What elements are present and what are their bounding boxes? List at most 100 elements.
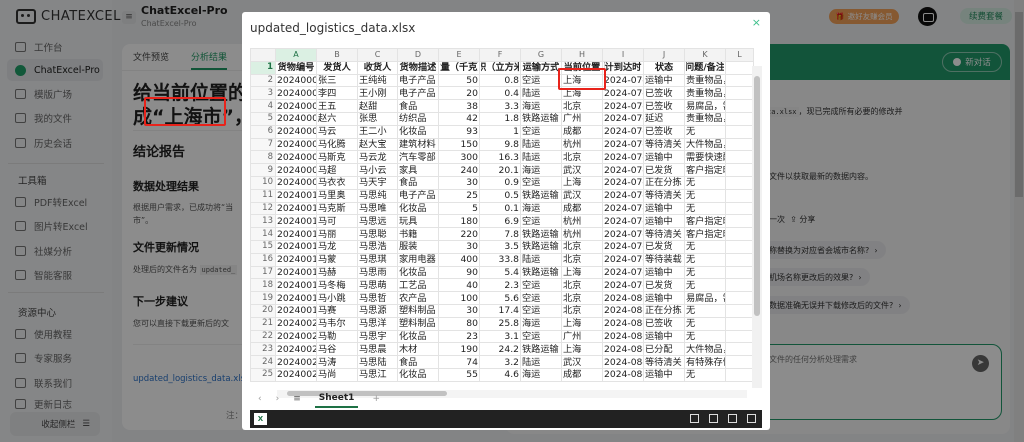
- table-cell[interactable]: [725, 316, 754, 331]
- table-cell[interactable]: 杭州: [561, 214, 603, 229]
- table-cell[interactable]: 20240010: [275, 188, 317, 203]
- table-cell[interactable]: 大件物品，需特: [684, 137, 726, 152]
- table-cell[interactable]: 3.3: [479, 99, 521, 113]
- table-cell[interactable]: 马思琪: [357, 252, 398, 267]
- row-number[interactable]: 20: [250, 303, 276, 318]
- table-cell[interactable]: 成都: [561, 124, 603, 139]
- table-cell[interactable]: 上海: [561, 265, 603, 280]
- table-cell[interactable]: [725, 227, 754, 241]
- table-cell[interactable]: [725, 303, 754, 318]
- table-cell[interactable]: 无: [684, 175, 726, 190]
- prev-sheet-icon[interactable]: ‹: [258, 394, 262, 404]
- table-cell[interactable]: 成都: [561, 201, 603, 216]
- table-cell[interactable]: [725, 367, 754, 382]
- table-cell[interactable]: 20240012: [275, 214, 317, 229]
- next-sheet-icon[interactable]: ›: [276, 394, 280, 404]
- table-cell[interactable]: 33.8: [479, 252, 521, 267]
- table-cell[interactable]: 马小云: [357, 163, 398, 177]
- table-cell[interactable]: 20240003: [275, 99, 317, 113]
- table-cell[interactable]: 客户指定时间配: [684, 163, 726, 177]
- table-cell[interactable]: 张三: [316, 73, 358, 88]
- table-cell[interactable]: 空运: [520, 303, 562, 318]
- table-cell[interactable]: 已签收: [643, 124, 685, 139]
- table-cell[interactable]: 空运: [520, 124, 562, 139]
- table-cell[interactable]: 5.4: [479, 265, 521, 280]
- table-cell[interactable]: 客户指定时间配: [684, 214, 726, 229]
- table-cell[interactable]: 已签收: [643, 316, 685, 331]
- table-cell[interactable]: 成都: [561, 367, 603, 382]
- table-cell[interactable]: 马谷: [316, 342, 358, 357]
- table-cell[interactable]: 化妆品: [397, 201, 439, 216]
- table-cell[interactable]: 马衣衣: [316, 175, 358, 190]
- table-cell[interactable]: 电子产品: [397, 188, 439, 203]
- table-cell[interactable]: 30: [438, 239, 480, 254]
- row-number[interactable]: 2: [250, 73, 276, 88]
- table-cell[interactable]: 武汉: [561, 188, 603, 203]
- row-number[interactable]: 16: [250, 252, 276, 267]
- table-cell[interactable]: 张思: [357, 111, 398, 126]
- table-cell[interactable]: 北京: [561, 291, 603, 305]
- table-cell[interactable]: 无: [684, 278, 726, 293]
- table-cell[interactable]: 23: [438, 329, 480, 344]
- table-cell[interactable]: 马思纯: [357, 188, 398, 203]
- table-cell[interactable]: 家具: [397, 163, 439, 177]
- table-cell[interactable]: 2024-07-2: [602, 201, 644, 216]
- table-cell[interactable]: 0.5: [479, 188, 521, 203]
- table-cell[interactable]: 20240002: [275, 86, 317, 101]
- column-header[interactable]: A: [275, 48, 317, 62]
- table-cell[interactable]: 无: [684, 316, 726, 331]
- column-header[interactable]: K: [684, 48, 726, 62]
- table-cell[interactable]: 2024-07-1: [602, 111, 644, 126]
- header-cell[interactable]: 体积（立方米）: [479, 60, 521, 75]
- row-number[interactable]: 21: [250, 316, 276, 331]
- table-cell[interactable]: 贵重物品，需保: [684, 86, 726, 101]
- table-cell[interactable]: [725, 150, 754, 165]
- table-cell[interactable]: 1: [479, 124, 521, 139]
- table-cell[interactable]: 无: [684, 265, 726, 280]
- row-number[interactable]: 19: [250, 291, 276, 305]
- table-cell[interactable]: 2024-07-2: [602, 163, 644, 177]
- table-cell[interactable]: 铁路运输: [520, 239, 562, 254]
- table-cell[interactable]: 易腐品，需冷藏: [684, 291, 726, 305]
- table-cell[interactable]: 20: [438, 86, 480, 101]
- table-cell[interactable]: 2024-08-0: [602, 367, 644, 382]
- table-cell[interactable]: 广州: [561, 329, 603, 344]
- table-cell[interactable]: [725, 239, 754, 254]
- table-cell[interactable]: 马思远: [357, 214, 398, 229]
- table-cell[interactable]: 铁路运输: [520, 342, 562, 357]
- table-cell[interactable]: 2024-07-1: [602, 124, 644, 139]
- table-cell[interactable]: 赵六: [316, 111, 358, 126]
- table-cell[interactable]: 无: [684, 252, 726, 267]
- table-cell[interactable]: 6.9: [479, 214, 521, 229]
- table-cell[interactable]: [725, 163, 754, 177]
- table-cell[interactable]: 书籍: [397, 227, 439, 241]
- table-cell[interactable]: 铁路运输: [520, 227, 562, 241]
- table-cell[interactable]: 塑料制品: [397, 303, 439, 318]
- table-cell[interactable]: 2024-08-0: [602, 355, 644, 369]
- table-cell[interactable]: 0.9: [479, 175, 521, 190]
- table-cell[interactable]: 海运: [520, 163, 562, 177]
- row-number[interactable]: 22: [250, 329, 276, 344]
- table-cell[interactable]: 玩具: [397, 214, 439, 229]
- table-cell[interactable]: 陆运: [520, 355, 562, 369]
- table-cell[interactable]: 20240005: [275, 124, 317, 139]
- table-cell[interactable]: 3.1: [479, 329, 521, 344]
- table-cell[interactable]: [725, 111, 754, 126]
- table-cell[interactable]: 5.6: [479, 291, 521, 305]
- table-cell[interactable]: 马尚: [316, 367, 358, 382]
- table-cell[interactable]: 马思浩: [357, 239, 398, 254]
- table-cell[interactable]: 马斯克: [316, 150, 358, 165]
- table-cell[interactable]: 工艺品: [397, 278, 439, 293]
- table-cell[interactable]: 无: [684, 124, 726, 139]
- table-cell[interactable]: 北京: [561, 239, 603, 254]
- column-header[interactable]: F: [479, 48, 521, 62]
- table-cell[interactable]: 2024-07-2: [602, 227, 644, 241]
- sheet-list-icon[interactable]: ≡: [293, 394, 301, 404]
- row-number[interactable]: 25: [250, 367, 276, 382]
- table-cell[interactable]: 无: [684, 329, 726, 344]
- table-cell[interactable]: 马思萌: [357, 278, 398, 293]
- table-cell[interactable]: 等待清关: [643, 227, 685, 241]
- table-cell[interactable]: 3.2: [479, 355, 521, 369]
- table-cell[interactable]: 海运: [520, 316, 562, 331]
- table-cell[interactable]: 190: [438, 342, 480, 357]
